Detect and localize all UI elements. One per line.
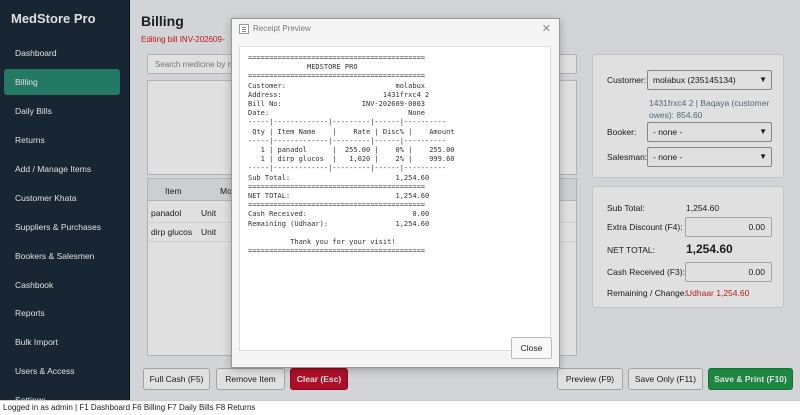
receipt-content: ========================================…	[239, 46, 551, 351]
receipt-icon	[239, 24, 249, 34]
dialog-title: Receipt Preview	[253, 24, 311, 33]
receipt-preview-dialog: Receipt Preview ✕ ======================…	[231, 18, 560, 368]
status-bar: Logged in as admin | F1 Dashboard F6 Bil…	[0, 400, 800, 415]
close-icon[interactable]: ✕	[542, 22, 551, 35]
close-button[interactable]: Close	[511, 337, 552, 359]
receipt-text: ========================================…	[248, 54, 455, 256]
